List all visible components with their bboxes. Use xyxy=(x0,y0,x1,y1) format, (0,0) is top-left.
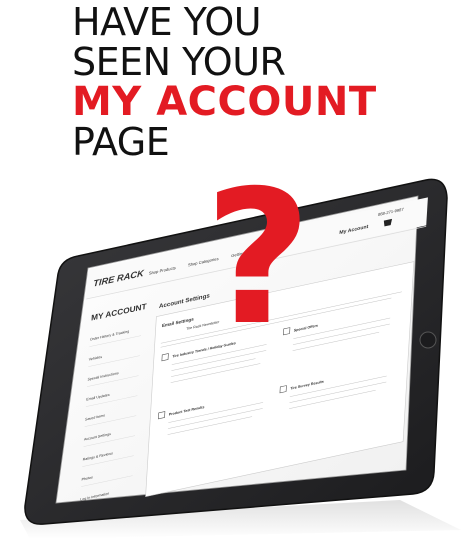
card3-checkbox[interactable] xyxy=(158,411,166,420)
home-button[interactable] xyxy=(419,331,437,349)
card4-checkbox[interactable] xyxy=(279,385,287,394)
tablet-illustration: TIRE RACK Shop Products Shop Categories … xyxy=(20,150,461,539)
card1-checkbox[interactable] xyxy=(161,353,169,362)
question-mark: ? xyxy=(204,150,311,366)
